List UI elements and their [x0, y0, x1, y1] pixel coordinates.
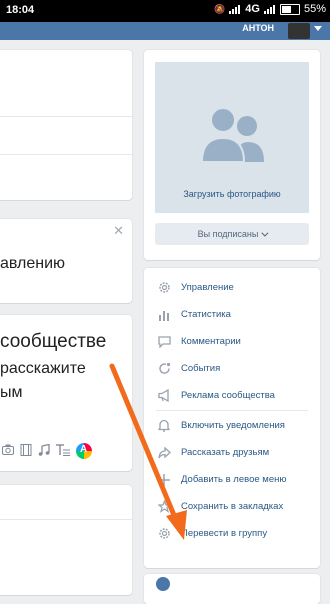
menu-item-label: Статистика	[181, 309, 231, 320]
camera-icon[interactable]	[2, 444, 14, 458]
signal-icon	[229, 4, 241, 14]
community-cover-card: Загрузить фотографию Вы подписаны	[144, 50, 320, 260]
subscribed-button[interactable]: Вы подписаны	[155, 223, 309, 245]
gear-icon	[157, 281, 171, 295]
status-bar: 18:04 🔕 4G 55%	[0, 0, 330, 22]
subscribed-label: Вы подписаны	[197, 229, 259, 239]
menu-item-save-bookmark[interactable]: Сохранить в закладках	[144, 493, 320, 520]
music-icon[interactable]	[38, 443, 50, 459]
community-photo-placeholder[interactable]: Загрузить фотографию	[155, 62, 309, 213]
users-icon	[200, 107, 264, 163]
events-icon	[157, 362, 171, 376]
battery-percent: 55%	[303, 3, 326, 15]
user-name[interactable]: АНТОН	[242, 23, 274, 33]
statistics-icon	[157, 308, 171, 322]
menu-item-convert-to-group[interactable]: Перевести в группу	[144, 520, 320, 547]
menu-item-label: Реклама сообщества	[181, 390, 275, 401]
gear-icon	[157, 527, 171, 541]
menu-item-label: Сохранить в закладках	[181, 501, 284, 512]
menu-item-community-ads[interactable]: Реклама сообщества	[144, 382, 320, 409]
network-type: 4G	[245, 3, 260, 15]
menu-divider	[156, 410, 308, 411]
status-time: 18:04	[6, 4, 35, 16]
left-card-post-composer[interactable]: сообществе расскажите ым	[0, 315, 132, 471]
plus-icon	[157, 473, 171, 487]
notice-text: авлению	[0, 255, 66, 272]
menu-item-label: Рассказать друзьям	[181, 447, 270, 458]
left-card-notice: ✕ авлению	[0, 219, 132, 303]
divider	[0, 116, 132, 117]
chevron-down-icon[interactable]	[314, 26, 322, 31]
avatar	[156, 577, 170, 591]
left-card-bottom	[0, 485, 132, 595]
comment-icon	[157, 335, 171, 349]
composer-line-1: расскажите	[0, 360, 86, 377]
poster-icon[interactable]	[76, 443, 92, 459]
left-card-info	[0, 50, 132, 200]
bell-icon	[157, 419, 171, 433]
menu-item-manage[interactable]: Управление	[144, 274, 320, 301]
divider	[0, 154, 132, 155]
right-card-bottom	[144, 574, 320, 604]
menu-item-label: Включить уведомления	[181, 420, 285, 431]
composer-line-2: ым	[0, 384, 23, 401]
close-icon[interactable]: ✕	[113, 223, 124, 239]
menu-item-statistics[interactable]: Статистика	[144, 301, 320, 328]
composer-title: сообществе	[0, 331, 107, 352]
menu-item-label: Управление	[181, 282, 234, 293]
avatar[interactable]	[288, 23, 310, 39]
video-icon[interactable]	[20, 443, 32, 459]
upload-photo-link[interactable]: Загрузить фотографию	[155, 189, 309, 199]
menu-item-events[interactable]: События	[144, 355, 320, 382]
community-actions-menu: Управление Статистика Комментарии Событи…	[144, 274, 320, 547]
divider	[0, 519, 132, 520]
chevron-down-icon	[261, 229, 269, 237]
menu-item-label: Перевести в группу	[181, 528, 268, 539]
battery-icon	[279, 3, 300, 15]
menu-item-enable-notifications[interactable]: Включить уведомления	[144, 412, 320, 439]
menu-item-label: Комментарии	[181, 336, 241, 347]
megaphone-icon	[157, 389, 171, 403]
menu-item-label: События	[181, 363, 221, 374]
star-icon	[157, 500, 171, 514]
community-actions-card: Управление Статистика Комментарии Событи…	[144, 268, 320, 568]
menu-item-add-to-left-menu[interactable]: Добавить в левое меню	[144, 466, 320, 493]
text-format-icon[interactable]	[56, 443, 70, 459]
menu-item-label: Добавить в левое меню	[181, 474, 287, 485]
menu-item-comments[interactable]: Комментарии	[144, 328, 320, 355]
top-header: АНТОН	[0, 22, 330, 40]
attach-toolbar	[2, 443, 92, 459]
signal-icon-2	[263, 4, 276, 14]
mute-icon: 🔕	[214, 3, 226, 14]
menu-item-tell-friends[interactable]: Рассказать друзьям	[144, 439, 320, 466]
share-icon	[157, 446, 171, 460]
